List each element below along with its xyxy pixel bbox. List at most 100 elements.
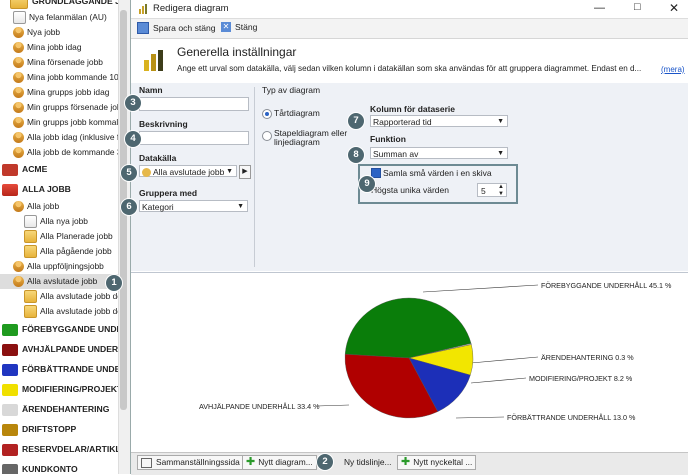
navigation-tree: GRUNDLÄGGANDE JOBB Nya felanmälan (AU)Ny…: [0, 0, 118, 474]
tree-item[interactable]: Alla jobb de kommande 3: [13, 145, 118, 160]
tree-item-alla-pagaende[interactable]: Alla pågående jobb: [24, 244, 112, 259]
folder-icon: [24, 290, 37, 303]
more-link[interactable]: (mera): [661, 65, 685, 74]
person-icon: [13, 57, 24, 68]
person-icon: [142, 168, 151, 178]
tree-item-alla-planerade[interactable]: Alla Planerade jobb: [24, 229, 113, 244]
person-icon: [13, 147, 24, 158]
minimize-icon[interactable]: —: [594, 2, 605, 14]
person-icon: [13, 261, 24, 272]
radio-bar-label: Stapeldiagram eller linjediagram: [274, 128, 348, 147]
tree-item[interactable]: Mina jobb idag: [13, 40, 81, 55]
tree-item[interactable]: Min grupps försenade job: [13, 100, 118, 115]
tab-nytt-diagram[interactable]: ✚ Nytt diagram...: [242, 455, 317, 470]
badge-4: 4: [125, 131, 141, 147]
title-bar: Redigera diagram — □ ✕: [131, 0, 688, 19]
tab-sammanstallning[interactable]: Sammanställningssida: [137, 455, 244, 470]
tab-ny-tidslinje[interactable]: Ny tidslinje...: [327, 455, 394, 470]
pie-leader-line: [455, 416, 505, 419]
tree-item-alla-nya[interactable]: Alla nya jobb: [24, 214, 88, 229]
category-icon: [2, 323, 18, 336]
form-section: Namn Beskrivning Datakälla Alla avslutad…: [131, 83, 688, 271]
tree-group[interactable]: KUNDKONTO: [2, 462, 78, 474]
tree-item-alla-avslutade-de-1[interactable]: Alla avslutade jobb de: [24, 289, 118, 304]
pie-label: FÖRBÄTTRANDE UNDERHÅLL 13.0 %: [507, 413, 636, 422]
radio-pie[interactable]: [262, 109, 272, 119]
chevron-down-icon: ▼: [237, 203, 244, 210]
pie-leader-line: [470, 356, 539, 364]
close-window-icon[interactable]: ✕: [669, 1, 679, 15]
tab-nytt-nyckeltal[interactable]: ✚ Nytt nyckeltal ...: [397, 455, 477, 470]
tree-item[interactable]: Nya felanmälan (AU): [13, 10, 107, 25]
pie-label: MODIFIERING/PROJEKT 8.2 %: [529, 374, 633, 383]
hogsta-stepper[interactable]: 5 ▲ ▼: [477, 183, 507, 197]
plus-icon: ✚: [246, 456, 256, 468]
radio-bar[interactable]: [262, 131, 272, 141]
tree-item[interactable]: Mina jobb kommande 10: [13, 70, 118, 85]
tree-item[interactable]: Nya jobb: [13, 25, 60, 40]
category-icon: [2, 383, 18, 396]
tree-group[interactable]: AVHJÄLPANDE UNDERHÅ: [2, 342, 118, 357]
close-button[interactable]: ✕ Stäng: [221, 22, 257, 32]
pie-leader-line: [422, 284, 539, 293]
tree-item[interactable]: Mina försenade jobb: [13, 55, 103, 70]
gruppera-select[interactable]: Kategori ▼: [139, 200, 248, 212]
tree-item[interactable]: Alla jobb idag (inklusive f: [13, 130, 118, 145]
close-icon: ✕: [221, 22, 231, 32]
maximize-icon[interactable]: □: [634, 1, 641, 13]
pie-leader-line: [316, 404, 350, 407]
pie-label: AVHJÄLPANDE UNDERHÅLL 33.4 %: [199, 402, 320, 411]
tree-group[interactable]: FÖRBÄTTRANDE UNDERH: [2, 362, 118, 377]
namn-label: Namn: [139, 85, 163, 95]
person-icon: [13, 132, 24, 143]
divider: [254, 87, 255, 267]
chart-app-icon: [139, 4, 149, 14]
header-title: Generella inställningar: [177, 45, 297, 59]
namn-input[interactable]: [139, 97, 249, 111]
category-icon: [2, 363, 18, 376]
window-title: Redigera diagram: [153, 3, 229, 14]
kolumn-select[interactable]: Rapporterad tid ▼: [370, 115, 508, 127]
tree-group[interactable]: MODIFIERING/PROJEKT: [2, 382, 118, 397]
tree-item-alla-jobb[interactable]: Alla jobb: [13, 199, 59, 214]
pie-label: FÖREBYGGANDE UNDERHÅLL 45.1 %: [541, 281, 672, 290]
badge-8: 8: [348, 147, 364, 163]
category-icon: [2, 443, 18, 456]
badge-6: 6: [121, 199, 137, 215]
tree-group-acme[interactable]: ACME: [2, 162, 47, 177]
pie-chart: FÖREBYGGANDE UNDERHÅLL 45.1 % ÄRENDEHANTE…: [199, 281, 672, 422]
tree-item[interactable]: Min grupps jobb kommal: [13, 115, 118, 130]
tree-item-alla-uppfoljning[interactable]: Alla uppföljningsjobb: [13, 259, 104, 274]
samla-checkbox[interactable]: [371, 168, 381, 178]
gruppera-label: Gruppera med: [139, 188, 198, 198]
category-icon: [2, 423, 18, 436]
datakalla-select[interactable]: Alla avslutade jobb ▼: [139, 165, 237, 178]
datakalla-open-button[interactable]: ▶: [239, 165, 251, 179]
toolbar: Spara och stäng ✕ Stäng: [131, 19, 688, 39]
stepper-arrows-icon[interactable]: ▲ ▼: [498, 184, 504, 198]
beskrivning-input[interactable]: [139, 131, 249, 145]
tree-group-alla-jobb[interactable]: ALLA JOBB: [2, 182, 71, 197]
person-icon: [13, 42, 24, 53]
pie-label: ÄRENDEHANTERING 0.3 %: [541, 353, 634, 362]
page-icon: [141, 457, 152, 468]
chart-preview: FÖREBYGGANDE UNDERHÅLL 45.1 % ÄRENDEHANTE…: [131, 272, 688, 453]
samla-label: Samla små värden i en skiva: [383, 168, 492, 178]
tree-item-alla-avslutade[interactable]: Alla avslutade jobb: [0, 274, 118, 289]
person-icon: [13, 102, 24, 113]
chevron-down-icon: ▼: [497, 118, 504, 125]
badge-2: 2: [317, 454, 333, 470]
save-close-button[interactable]: Spara och stäng: [137, 22, 216, 34]
header-section: Generella inställningar Ange ett urval s…: [131, 39, 688, 83]
tree-group[interactable]: DRIFTSTOPP: [2, 422, 76, 437]
tree-group[interactable]: RESERVDELAR/ARTIKLAR: [2, 442, 118, 457]
badge-9: 9: [359, 176, 375, 192]
tree-group[interactable]: FÖREBYGGANDE UNDERH: [2, 322, 118, 337]
person-icon: [13, 276, 24, 287]
doc-icon: [13, 11, 26, 24]
funktion-select[interactable]: Summan av ▼: [370, 147, 508, 159]
tree-group[interactable]: ÄRENDEHANTERING: [2, 402, 109, 417]
tree-group-grundlaggande[interactable]: GRUNDLÄGGANDE JOBB: [10, 0, 118, 9]
tree-item-alla-avslutade-de-2[interactable]: Alla avslutade jobb de: [24, 304, 118, 319]
tree-item[interactable]: Mina grupps jobb idag: [13, 85, 109, 100]
